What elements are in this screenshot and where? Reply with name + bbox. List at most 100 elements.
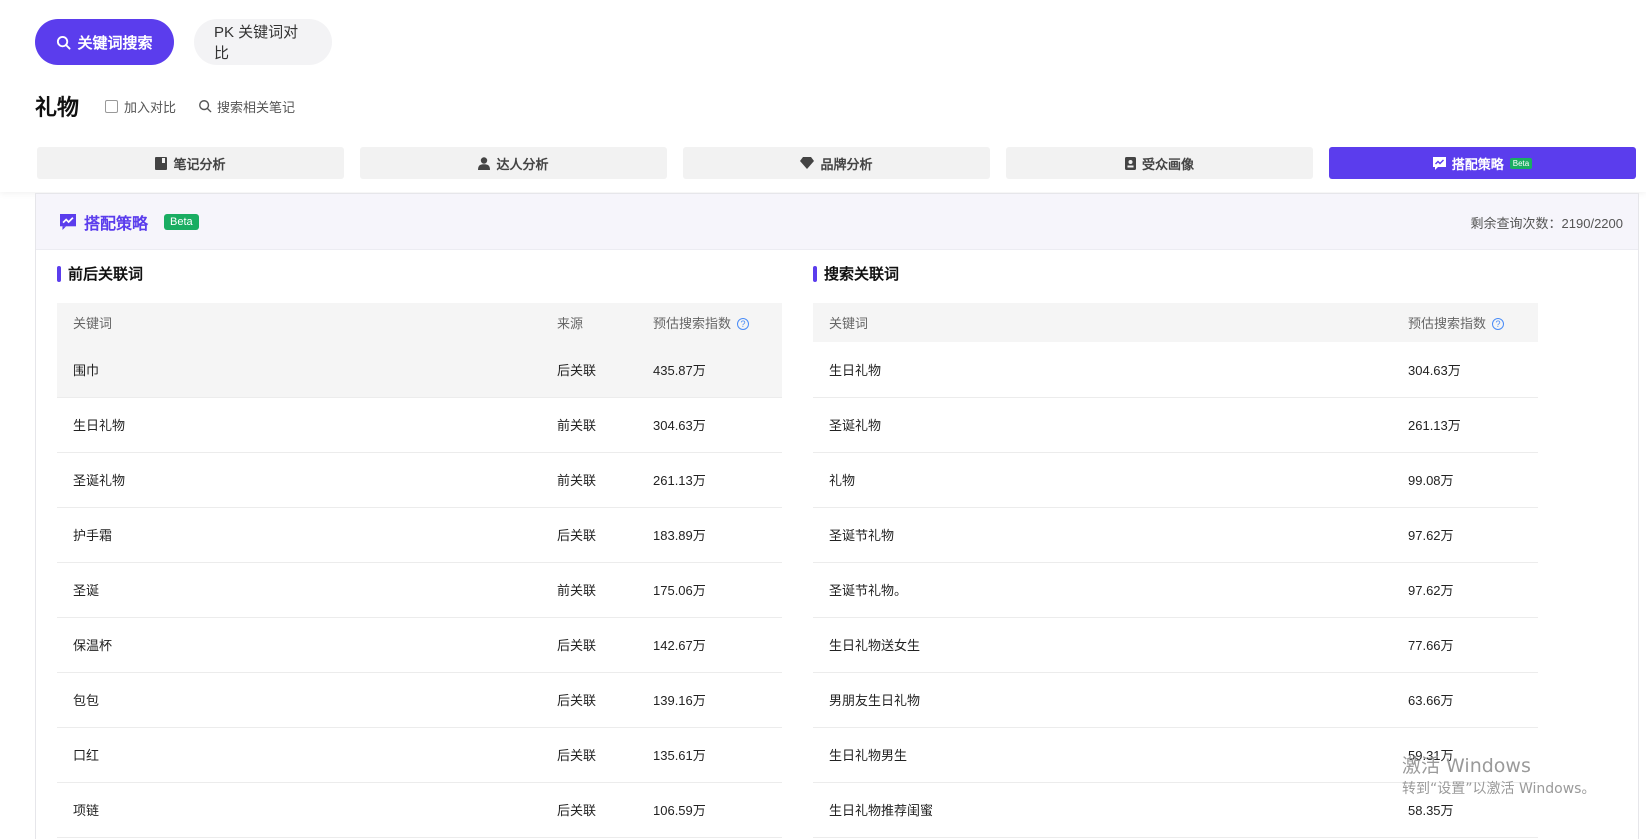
table-row[interactable]: 口红 后关联 135.61万 xyxy=(57,727,782,783)
help-icon[interactable]: ? xyxy=(737,318,750,330)
cell-source: 后关联 xyxy=(557,342,653,398)
cell-source: 后关联 xyxy=(557,782,653,838)
tab-label: 笔记分析 xyxy=(173,156,226,172)
panel-header: 搭配策略 Beta 剩余查询次数：2190/2200 xyxy=(36,194,1638,250)
cell-source: 后关联 xyxy=(557,617,653,673)
checkbox-box[interactable] xyxy=(105,99,119,113)
col-index-label: 预估搜索指数 xyxy=(653,316,732,331)
table-row[interactable]: 护手霜 后关联 183.89万 xyxy=(57,507,782,563)
col-keyword: 关键词 xyxy=(813,303,1408,342)
table-row[interactable]: 生日礼物送女生 77.66万 xyxy=(813,617,1538,673)
keyword-search-label: 关键词搜索 xyxy=(77,34,153,52)
person-icon xyxy=(478,156,491,170)
cell-index: 135.61万 xyxy=(653,727,782,783)
tab-brand-analysis[interactable]: 品牌分析 xyxy=(683,147,990,179)
tab-label: 品牌分析 xyxy=(820,156,873,172)
cell-keyword: 圣诞节礼物 xyxy=(813,507,1408,563)
cell-source: 后关联 xyxy=(557,672,653,728)
table-row[interactable]: 包包 后关联 139.16万 xyxy=(57,672,782,728)
cell-index: 106.59万 xyxy=(653,782,782,838)
col-source: 来源 xyxy=(557,303,653,342)
cell-keyword: 项链 xyxy=(57,782,557,838)
col-index: 预估搜索指数? xyxy=(653,303,782,342)
table-row[interactable]: 项链 后关联 106.59万 xyxy=(57,782,782,838)
col-keyword: 关键词 xyxy=(57,303,557,342)
search-notes-link[interactable]: 搜索相关笔记 xyxy=(198,97,295,116)
cell-index: 435.87万 xyxy=(653,342,782,398)
cell-keyword: 生日礼物推荐闺蜜 xyxy=(813,782,1408,838)
windows-activation-watermark: 激活 Windows 转到“设置”以激活 Windows。 xyxy=(1402,755,1595,801)
left-table-body: 围巾 后关联 435.87万 生日礼物 前关联 304.63万 圣诞礼物 前关联 261.13万… xyxy=(57,342,782,838)
tab-label: 达人分析 xyxy=(496,156,549,172)
table-row[interactable]: 圣诞礼物 261.13万 xyxy=(813,397,1538,453)
cell-source: 前关联 xyxy=(557,397,653,453)
left-association-table: 关键词 来源 预估搜索指数? 围巾 后关联 435.87万 生日礼物 前关联 304.63… xyxy=(57,303,782,838)
cell-keyword: 口红 xyxy=(57,727,557,783)
left-section-title: 前后关联词 xyxy=(57,263,143,284)
search-notes-label: 搜索相关笔记 xyxy=(217,99,296,115)
table-header-row: 关键词 预估搜索指数? xyxy=(813,303,1538,342)
beta-badge: Beta xyxy=(1509,157,1533,169)
cell-index: 77.66万 xyxy=(1408,617,1538,673)
cell-index: 183.89万 xyxy=(653,507,782,563)
cell-keyword: 礼物 xyxy=(813,452,1408,508)
table-row[interactable]: 圣诞 前关联 175.06万 xyxy=(57,562,782,618)
cell-keyword: 生日礼物送女生 xyxy=(813,617,1408,673)
cell-keyword: 围巾 xyxy=(57,342,557,398)
cell-index: 175.06万 xyxy=(653,562,782,618)
table-row[interactable]: 生日礼物 304.63万 xyxy=(813,342,1538,398)
beta-badge: Beta xyxy=(164,213,199,230)
table-row[interactable]: 圣诞礼物 前关联 261.13万 xyxy=(57,452,782,508)
cell-index: 97.62万 xyxy=(1408,562,1538,618)
search-icon xyxy=(57,35,72,50)
watermark-line1: 激活 Windows xyxy=(1402,755,1531,777)
cell-index: 63.66万 xyxy=(1408,672,1538,728)
cell-index: 304.63万 xyxy=(1408,342,1538,398)
mode-tabs: 关键词搜索 PK 关键词对比 xyxy=(35,19,332,65)
table-row[interactable]: 礼物 99.08万 xyxy=(813,452,1538,508)
cell-keyword: 保温杯 xyxy=(57,617,557,673)
tab-label: 受众画像 xyxy=(1141,156,1194,172)
pk-compare-tab[interactable]: PK 关键词对比 xyxy=(194,19,332,65)
table-row[interactable]: 圣诞节礼物 97.62万 xyxy=(813,507,1538,563)
tab-matching-strategy[interactable]: 搭配策略 Beta xyxy=(1329,147,1636,179)
cell-keyword: 生日礼物 xyxy=(57,397,557,453)
tab-influencer-analysis[interactable]: 达人分析 xyxy=(360,147,667,179)
cell-index: 139.16万 xyxy=(653,672,782,728)
cell-keyword: 圣诞节礼物。 xyxy=(813,562,1408,618)
cell-keyword: 护手霜 xyxy=(57,507,557,563)
watermark-line2: 转到“设置”以激活 Windows。 xyxy=(1402,781,1596,797)
keyword-search-tab[interactable]: 关键词搜索 xyxy=(35,19,174,65)
cell-source: 前关联 xyxy=(557,562,653,618)
add-compare-label: 加入对比 xyxy=(124,99,177,115)
keyword-row: 礼物 加入对比 搜索相关笔记 xyxy=(35,90,295,122)
strategy-icon xyxy=(1432,156,1446,170)
profile-icon xyxy=(1124,156,1136,170)
table-row[interactable]: 围巾 后关联 435.87万 xyxy=(57,342,782,398)
tab-note-analysis[interactable]: 笔记分析 xyxy=(37,147,344,179)
cell-index: 261.13万 xyxy=(653,452,782,508)
tab-label: 搭配策略 xyxy=(1451,156,1504,172)
panel-title-text: 搭配策略 xyxy=(84,215,149,233)
note-icon xyxy=(155,156,168,170)
cell-keyword: 男朋友生日礼物 xyxy=(813,672,1408,728)
cell-index: 261.13万 xyxy=(1408,397,1538,453)
search-icon xyxy=(199,100,212,113)
top-header: 关键词搜索 PK 关键词对比 礼物 加入对比 搜索相关笔记 笔记分析 达人分析 … xyxy=(0,0,1646,192)
table-row[interactable]: 生日礼物 前关联 304.63万 xyxy=(57,397,782,453)
cell-keyword: 生日礼物男生 xyxy=(813,727,1408,783)
cell-keyword: 圣诞 xyxy=(57,562,557,618)
help-icon[interactable]: ? xyxy=(1492,318,1505,330)
keyword-title: 礼物 xyxy=(35,95,80,120)
cell-keyword: 圣诞礼物 xyxy=(813,397,1408,453)
cell-index: 304.63万 xyxy=(653,397,782,453)
cell-source: 后关联 xyxy=(557,727,653,783)
tab-audience-profile[interactable]: 受众画像 xyxy=(1006,147,1313,179)
cell-index: 97.62万 xyxy=(1408,507,1538,563)
add-compare-checkbox[interactable]: 加入对比 xyxy=(105,97,176,116)
table-row[interactable]: 保温杯 后关联 142.67万 xyxy=(57,617,782,673)
table-row[interactable]: 男朋友生日礼物 63.66万 xyxy=(813,672,1538,728)
table-row[interactable]: 圣诞节礼物。 97.62万 xyxy=(813,562,1538,618)
cell-keyword: 圣诞礼物 xyxy=(57,452,557,508)
pk-compare-label: PK 关键词对比 xyxy=(214,24,299,62)
